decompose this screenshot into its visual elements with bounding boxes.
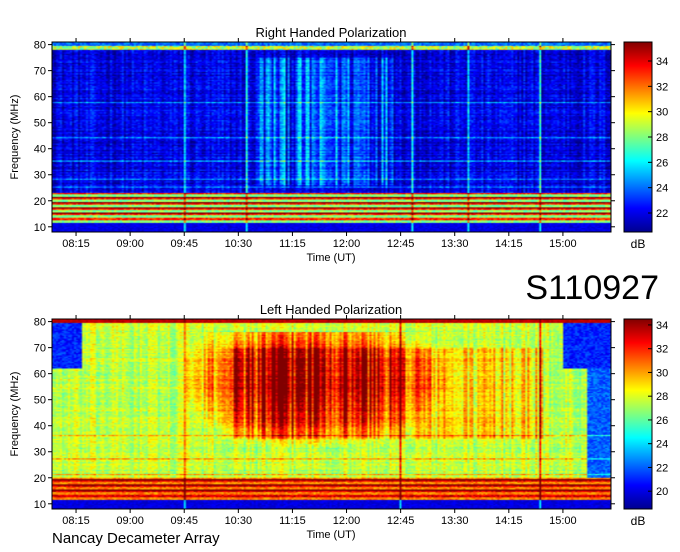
lh-colorbar-tick-label: 32	[656, 344, 668, 356]
observation-id: S110927	[525, 269, 659, 307]
instrument-label: Nancay Decameter Array	[52, 530, 220, 547]
lh-colorbar-tick-label: 34	[656, 320, 668, 332]
rh-y-tick-label: 50	[34, 118, 46, 130]
lh-y-tick-label: 50	[34, 395, 46, 407]
rh-colorbar-tick-label: 34	[656, 56, 668, 68]
rh-x-label: Time (UT)	[306, 252, 355, 264]
rh-y-tick-label: 30	[34, 170, 46, 182]
rh-x-tick-label: 10:30	[225, 238, 253, 250]
rh-colorbar-tick-label: 26	[656, 157, 668, 169]
rh-colorbar-tick-label: 28	[656, 132, 668, 144]
lh-heatmap-image	[52, 319, 611, 509]
rh-y-tick-label: 40	[34, 144, 46, 156]
rh-colorbar-tick-label: 30	[656, 107, 668, 119]
lh-y-tick-label: 30	[34, 447, 46, 459]
rh-spectrogram	[51, 41, 612, 233]
lh-colorbar-tick-label: 24	[656, 439, 668, 451]
rh-x-tick-label: 14:15	[495, 238, 523, 250]
lh-x-tick-label: 10:30	[225, 515, 253, 527]
lh-x-tick-label: 09:45	[170, 515, 198, 527]
lh-x-label: Time (UT)	[306, 529, 355, 541]
lh-x-tick-label: 09:00	[116, 515, 144, 527]
rh-y-tick-label: 60	[34, 92, 46, 104]
rh-x-tick-label: 15:00	[549, 238, 577, 250]
lh-colorbar-tick-label: 28	[656, 391, 668, 403]
rh-x-tick-label: 13:30	[441, 238, 469, 250]
lh-y-tick-label: 40	[34, 421, 46, 433]
rh-colorbar-tick-label: 22	[656, 208, 668, 220]
rh-x-tick-label: 12:00	[333, 238, 361, 250]
lh-colorbar-tick-label: 22	[656, 462, 668, 474]
lh-x-tick-label: 08:15	[62, 515, 90, 527]
lh-spectrogram	[51, 318, 612, 510]
rh-x-tick-label: 09:45	[170, 238, 198, 250]
rh-heatmap-image	[52, 42, 611, 232]
rh-y-label: Frequency (MHz)	[9, 95, 21, 180]
rh-x-tick-label: 08:15	[62, 238, 90, 250]
lh-y-tick-label: 20	[34, 473, 46, 485]
figure: Right Handed Polarization 10 20 30 40 50 60 70…	[9, 25, 668, 547]
rh-colorbar-tick-label: 32	[656, 81, 668, 93]
rh-y-tick-label: 80	[34, 40, 46, 52]
rh-colorbar-tick-label: 24	[656, 183, 668, 195]
lh-y-tick-label: 80	[34, 317, 46, 329]
rh-y-tick-label: 20	[34, 196, 46, 208]
rh-colorbar-gradient	[623, 41, 653, 233]
rh-y-tick-label: 70	[34, 66, 46, 78]
lh-panel: Left Handed Polarization 10 20 30 40 50 60 70 8…	[9, 302, 668, 541]
rh-x-tick-label: 12:45	[387, 238, 415, 250]
rh-x-tick-label: 09:00	[116, 238, 144, 250]
lh-x-tick-label: 12:00	[333, 515, 361, 527]
rh-panel: Right Handed Polarization 10 20 30 40 50 60 70…	[9, 25, 668, 264]
lh-y-tick-label: 70	[34, 343, 46, 355]
lh-title: Left Handed Polarization	[260, 302, 402, 317]
rh-colorbar-label: dB	[631, 237, 646, 251]
rh-y-tick-label: 10	[34, 222, 46, 234]
lh-x-tick-label: 14:15	[495, 515, 523, 527]
lh-y-label: Frequency (MHz)	[9, 372, 21, 457]
lh-x-tick-label: 15:00	[549, 515, 577, 527]
lh-y-tick-label: 10	[34, 499, 46, 511]
lh-colorbar-gradient	[623, 318, 653, 510]
lh-colorbar: 20 22 24 26 28 30 32 34 dB	[623, 318, 668, 528]
rh-colorbar: 22 24 26 28 30 32 34 dB	[623, 41, 668, 251]
lh-colorbar-label: dB	[631, 514, 646, 528]
rh-x-tick-label: 11:15	[279, 238, 306, 250]
rh-title: Right Handed Polarization	[255, 25, 406, 40]
lh-y-tick-label: 60	[34, 369, 46, 381]
lh-colorbar-tick-label: 20	[656, 486, 668, 498]
lh-x-tick-label: 11:15	[279, 515, 306, 527]
lh-colorbar-tick-label: 26	[656, 415, 668, 427]
lh-colorbar-tick-label: 30	[656, 367, 668, 379]
lh-x-tick-label: 13:30	[441, 515, 469, 527]
lh-x-tick-label: 12:45	[387, 515, 415, 527]
